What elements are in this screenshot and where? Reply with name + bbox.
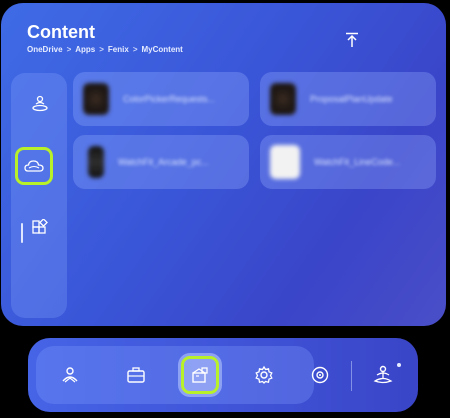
selection-ring [181,356,219,394]
breadcrumb-onedrive[interactable]: OneDrive [27,45,63,54]
file-name: ProposalPlanUpdate [310,94,393,104]
taskbar [28,338,418,412]
taskbar-app-group [36,346,314,404]
file-thumbnail [270,145,300,179]
taskbar-item-mindfulness[interactable] [365,357,401,393]
breadcrumb-separator: > [99,45,104,54]
breadcrumb-separator: > [66,45,72,54]
file-card[interactable]: ColorPickerRequests... [73,72,249,126]
notification-dot [397,363,401,367]
breadcrumb-apps[interactable]: Apps [75,45,95,54]
taskbar-item-settings[interactable] [246,357,282,393]
file-card[interactable]: ProposalPlanUpdate [260,72,436,126]
taskbar-item-focus[interactable] [302,357,338,393]
file-name: ColorPickerRequests... [123,94,216,104]
file-thumbnail [270,83,296,115]
apps-icon [31,219,49,237]
sidebar-item-onedrive[interactable] [15,147,53,185]
cloud-icon [24,159,44,173]
briefcase-icon [126,366,146,384]
taskbar-item-content[interactable] [178,353,222,397]
upload-button[interactable] [342,29,362,51]
file-thumbnail [88,146,104,178]
sidebar [11,73,67,318]
file-name: WatchFit_LineCode... [314,157,401,167]
person-float-icon [31,95,49,113]
settings-icon [254,365,274,385]
page-title: Content [27,22,95,42]
breadcrumb-fenix[interactable]: Fenix [108,45,129,54]
taskbar-divider [351,361,352,391]
breadcrumb: OneDrive > Apps > Fenix > MyContent [27,45,183,54]
taskbar-item-profile[interactable] [52,357,88,393]
file-card[interactable]: WatchFit_Arcade_pc... [73,135,249,189]
file-thumbnail [83,83,109,115]
taskbar-item-work[interactable] [118,357,154,393]
upload-icon [345,32,359,48]
person-icon [60,365,80,385]
target-icon [310,365,330,385]
content-window: Content OneDrive > Apps > Fenix > MyCont… [1,3,446,326]
file-name: WatchFit_Arcade_pc... [118,157,209,167]
breadcrumb-mycontent[interactable]: MyContent [142,45,183,54]
meditate-icon [372,365,394,385]
file-card[interactable]: WatchFit_LineCode... [260,135,436,189]
sidebar-item-apps[interactable] [23,211,57,245]
breadcrumb-separator: > [132,45,138,54]
sidebar-item-home[interactable] [23,87,57,121]
